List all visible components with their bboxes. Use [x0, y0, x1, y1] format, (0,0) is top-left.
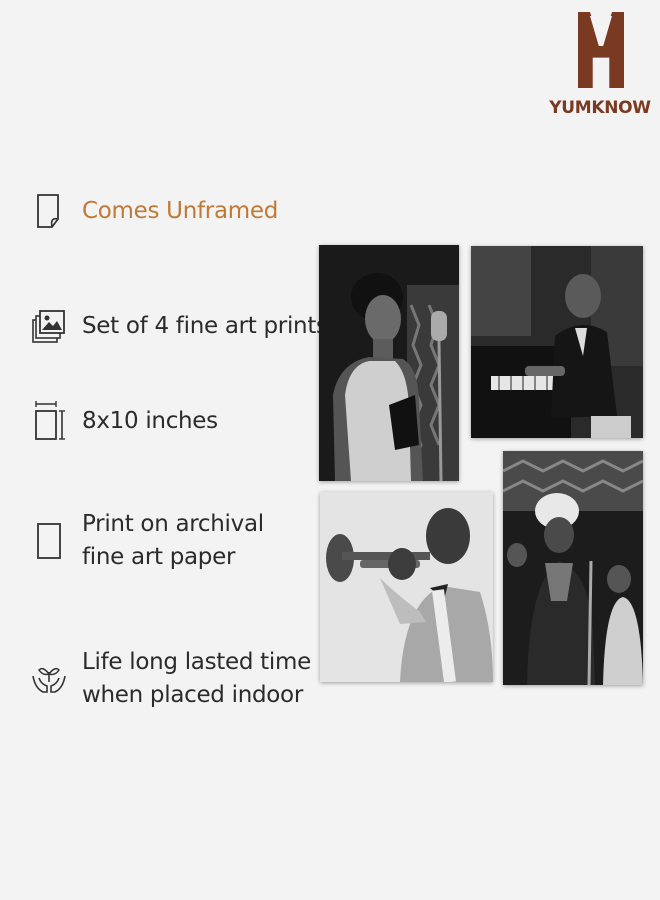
- folded-page-icon: [30, 190, 68, 232]
- feature-text: Comes Unframed: [82, 197, 278, 224]
- print-pianist-at-piano: [471, 246, 643, 438]
- print-singer-with-microphone: [319, 245, 459, 481]
- feature-text: Print on archival fine art paper: [82, 511, 264, 570]
- feature-text: Life long lasted time when placed indoor: [82, 649, 311, 708]
- feature-set-of-prints: Set of 4 fine art prints: [30, 305, 328, 347]
- brand-name: YUMKNOW: [549, 98, 651, 118]
- feature-durability: Life long lasted time when placed indoor: [30, 646, 311, 712]
- print-singer-on-stage: [503, 451, 643, 685]
- paper-sheet-icon: [30, 508, 68, 574]
- feature-archival-paper: Print on archival fine art paper: [30, 508, 264, 574]
- print-trumpet-player: [320, 492, 493, 682]
- hands-plant-icon: [30, 646, 68, 712]
- feature-text: Set of 4 fine art prints: [82, 312, 328, 339]
- feature-size: 8x10 inches: [30, 400, 218, 442]
- feature-unframed: Comes Unframed: [30, 190, 278, 232]
- brand-y-mark: [578, 12, 624, 88]
- stacked-photos-icon: [30, 305, 68, 347]
- frame-size-icon: [30, 400, 68, 442]
- feature-text: 8x10 inches: [82, 407, 218, 434]
